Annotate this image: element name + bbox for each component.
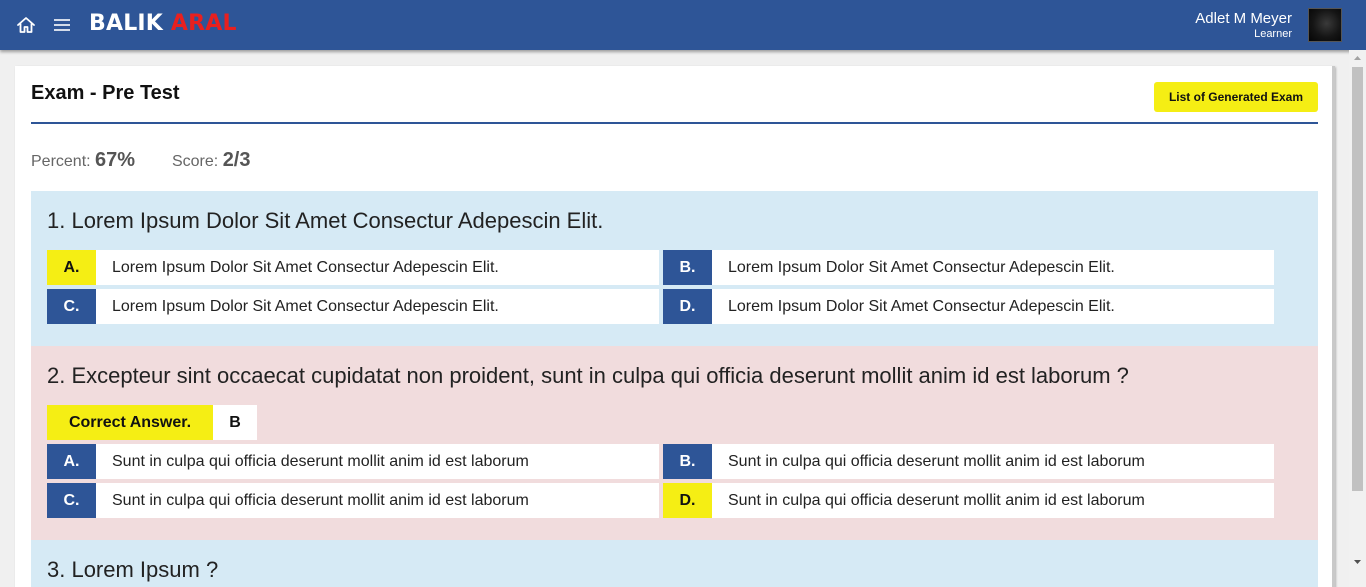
home-icon[interactable] [16, 15, 36, 35]
option-a[interactable]: A. Sunt in culpa qui officia deserunt mo… [47, 444, 659, 479]
correct-answer-value: B [213, 405, 257, 440]
option-letter: B. [663, 250, 712, 285]
score-value: 2/3 [222, 149, 251, 171]
page-scrollbar[interactable] [1349, 50, 1366, 587]
brand-text-primary: BALIK [89, 11, 164, 36]
question-1: 1. Lorem Ipsum Dolor Sit Amet Consectur … [31, 191, 1318, 346]
exam-stats: Percent: 67% Score: 2/3 [31, 149, 251, 172]
scrollbar-thumb[interactable] [1352, 67, 1363, 491]
question-text: 2. Excepteur sint occaecat cupidatat non… [47, 363, 1129, 388]
scroll-up-arrow-icon[interactable] [1349, 50, 1366, 67]
option-text: Lorem Ipsum Dolor Sit Amet Consectur Ade… [728, 297, 1115, 315]
option-letter: B. [663, 444, 712, 479]
menu-icon[interactable] [53, 16, 71, 34]
question-2: 2. Excepteur sint occaecat cupidatat non… [31, 346, 1318, 540]
option-c[interactable]: C. Lorem Ipsum Dolor Sit Amet Consectur … [47, 289, 659, 324]
option-b[interactable]: B. Sunt in culpa qui officia deserunt mo… [663, 444, 1274, 479]
option-text: Lorem Ipsum Dolor Sit Amet Consectur Ade… [112, 258, 499, 276]
option-b[interactable]: B. Lorem Ipsum Dolor Sit Amet Consectur … [663, 250, 1274, 285]
option-letter: A. [47, 444, 96, 479]
option-a[interactable]: A. Lorem Ipsum Dolor Sit Amet Consectur … [47, 250, 659, 285]
exam-card: Exam - Pre Test List of Generated Exam P… [15, 66, 1335, 587]
option-c[interactable]: C. Sunt in culpa qui officia deserunt mo… [47, 483, 659, 518]
list-generated-exam-button[interactable]: List of Generated Exam [1154, 82, 1318, 112]
option-text: Sunt in culpa qui officia deserunt molli… [112, 491, 529, 509]
option-d[interactable]: D. Sunt in culpa qui officia deserunt mo… [663, 483, 1274, 518]
user-name[interactable]: Adlet M Meyer [1195, 10, 1292, 27]
option-letter: D. [663, 483, 712, 518]
option-text: Lorem Ipsum Dolor Sit Amet Consectur Ade… [728, 258, 1115, 276]
top-navbar: BALIK ARAL Adlet M Meyer Learner [0, 0, 1366, 50]
scroll-down-arrow-icon[interactable] [1349, 553, 1366, 570]
option-letter: D. [663, 289, 712, 324]
score-label: Score: [171, 153, 219, 170]
correct-answer-label: Correct Answer. [47, 405, 213, 440]
option-text: Sunt in culpa qui officia deserunt molli… [112, 452, 529, 470]
option-letter: C. [47, 483, 96, 518]
user-role: Learner [1254, 28, 1292, 40]
question-text: 1. Lorem Ipsum Dolor Sit Amet Consectur … [47, 208, 604, 233]
correct-answer: Correct Answer. B [47, 405, 257, 440]
percent-value: 67% [95, 149, 136, 171]
page-title: Exam - Pre Test [31, 82, 180, 104]
brand-logo[interactable]: BALIK ARAL [89, 11, 237, 36]
option-text: Sunt in culpa qui officia deserunt molli… [728, 452, 1145, 470]
question-text: 3. Lorem Ipsum ? [47, 557, 219, 582]
title-divider [31, 122, 1318, 124]
option-text: Lorem Ipsum Dolor Sit Amet Consectur Ade… [112, 297, 499, 315]
avatar[interactable] [1308, 8, 1342, 42]
option-text: Sunt in culpa qui officia deserunt molli… [728, 491, 1145, 509]
question-3: 3. Lorem Ipsum ? [31, 540, 1318, 587]
option-d[interactable]: D. Lorem Ipsum Dolor Sit Amet Consectur … [663, 289, 1274, 324]
percent-label: Percent: [31, 153, 91, 170]
option-letter: C. [47, 289, 96, 324]
option-letter: A. [47, 250, 96, 285]
brand-text-accent: ARAL [170, 11, 237, 36]
